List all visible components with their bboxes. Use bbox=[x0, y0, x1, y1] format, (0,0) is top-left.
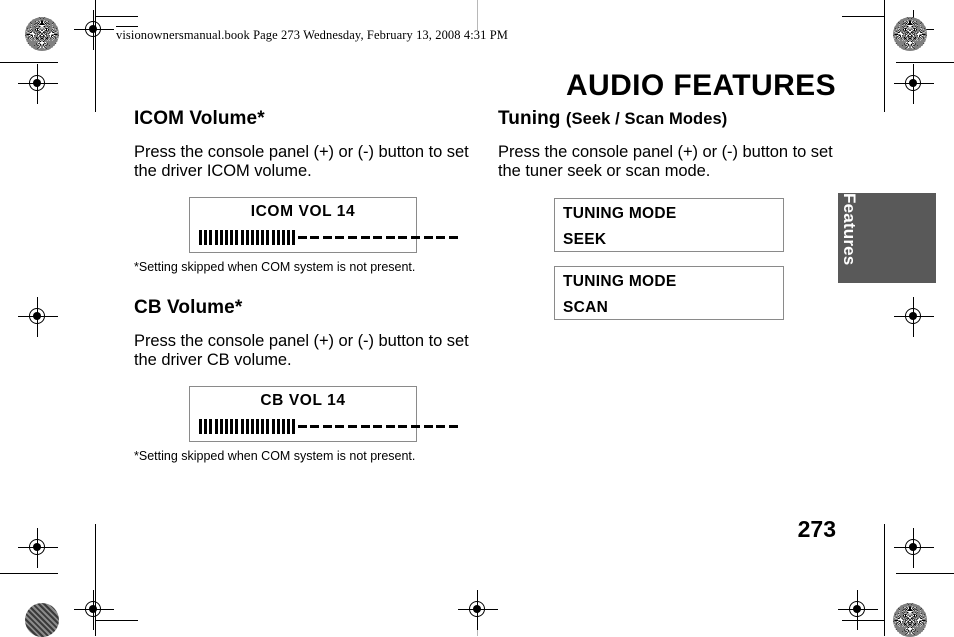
section-cb-volume: CB Volume* Press the console panel (+) o… bbox=[134, 297, 474, 464]
trim-line-top-right-horizontal bbox=[896, 62, 954, 64]
trim-line-center-vertical-top bbox=[477, 0, 479, 30]
registration-mark-left-lower bbox=[16, 526, 60, 570]
trim-line-right-vertical bbox=[884, 0, 886, 112]
registration-mark-bottom-right bbox=[836, 588, 880, 632]
thumb-tab-features: Features bbox=[838, 193, 936, 283]
left-column: ICOM Volume* Press the console panel (+)… bbox=[134, 108, 474, 464]
display-tuning-scan-line2: SCAN bbox=[563, 299, 609, 316]
heading-tuning: Tuning (Seek / Scan Modes) bbox=[498, 108, 838, 130]
running-head-title: AUDIO FEATURES bbox=[565, 69, 836, 102]
trim-line-bottom-right-horizontal bbox=[896, 573, 954, 575]
trim-line-header-top bbox=[96, 16, 138, 18]
display-tuning-seek-line1: TUNING MODE bbox=[563, 205, 677, 222]
heading-cb-volume: CB Volume* bbox=[134, 297, 243, 318]
registration-mark-left-upper bbox=[16, 62, 60, 106]
display-tuning-seek-line2: SEEK bbox=[563, 231, 607, 248]
halftone-patch-top-left bbox=[25, 17, 59, 51]
display-tuning-scan-line1: TUNING MODE bbox=[563, 273, 677, 290]
body-icom-volume: Press the console panel (+) or (-) butto… bbox=[134, 143, 469, 180]
volume-empty-segments bbox=[297, 236, 462, 239]
display-icom-volume-title: ICOM VOL 14 bbox=[250, 203, 356, 220]
volume-filled-segments bbox=[199, 419, 298, 434]
volume-empty-segments bbox=[297, 425, 462, 428]
heading-tuning-main: Tuning bbox=[498, 108, 566, 129]
trim-line-bottom-left-horizontal bbox=[0, 573, 58, 575]
display-tuning-scan: TUNING MODE SCAN bbox=[554, 266, 784, 320]
trim-line-top-left-horizontal bbox=[0, 62, 58, 64]
file-header-line: visionownersmanual.book Page 273 Wednesd… bbox=[116, 28, 508, 42]
footnote-icom-volume: *Setting skipped when COM system is not … bbox=[134, 260, 416, 274]
trim-line-right-vertical-lower bbox=[884, 524, 886, 636]
registration-mark-left-middle bbox=[16, 295, 60, 339]
body-tuning: Press the console panel (+) or (-) butto… bbox=[498, 143, 833, 180]
body-cb-volume: Press the console panel (+) or (-) butto… bbox=[134, 332, 469, 369]
registration-mark-top-left bbox=[72, 8, 116, 52]
display-cb-volume: CB VOL 14 bbox=[189, 386, 458, 442]
trim-line-header-bottom bbox=[96, 620, 138, 622]
display-cb-volume-bar bbox=[199, 418, 458, 435]
trim-line-left-vertical-lower bbox=[95, 524, 97, 636]
halftone-patch-bottom-left bbox=[25, 603, 59, 637]
header-rule bbox=[116, 26, 138, 28]
volume-filled-segments bbox=[199, 230, 298, 245]
trim-line-center-vertical-bottom bbox=[477, 606, 479, 636]
heading-tuning-rest: (Seek / Scan Modes) bbox=[565, 110, 728, 128]
display-icom-volume-bar bbox=[199, 229, 458, 246]
heading-icom-volume: ICOM Volume* bbox=[134, 108, 265, 129]
registration-mark-right-middle bbox=[892, 295, 936, 339]
trim-line-header-bottom-right bbox=[842, 620, 884, 622]
registration-mark-right-lower bbox=[892, 526, 936, 570]
right-column: Tuning (Seek / Scan Modes) Press the con… bbox=[498, 108, 838, 320]
halftone-patch-top-right bbox=[893, 17, 927, 51]
display-icom-volume: ICOM VOL 14 bbox=[189, 197, 458, 253]
registration-mark-bottom-center bbox=[456, 588, 500, 632]
thumb-tab-label: Features bbox=[840, 193, 859, 266]
halftone-patch-bottom-right bbox=[893, 603, 927, 637]
footnote-cb-volume: *Setting skipped when COM system is not … bbox=[134, 449, 416, 463]
section-tuning: Tuning (Seek / Scan Modes) Press the con… bbox=[498, 108, 838, 320]
trim-line-left-vertical bbox=[95, 0, 97, 112]
page-number: 273 bbox=[797, 516, 836, 542]
trim-line-header-top-right bbox=[842, 16, 884, 18]
registration-mark-top-right bbox=[892, 8, 936, 52]
display-tuning-seek: TUNING MODE SEEK bbox=[554, 198, 784, 252]
registration-mark-bottom-left bbox=[72, 588, 116, 632]
display-cb-volume-title: CB VOL 14 bbox=[260, 392, 346, 409]
section-icom-volume: ICOM Volume* Press the console panel (+)… bbox=[134, 108, 474, 275]
registration-mark-right-upper bbox=[892, 62, 936, 106]
